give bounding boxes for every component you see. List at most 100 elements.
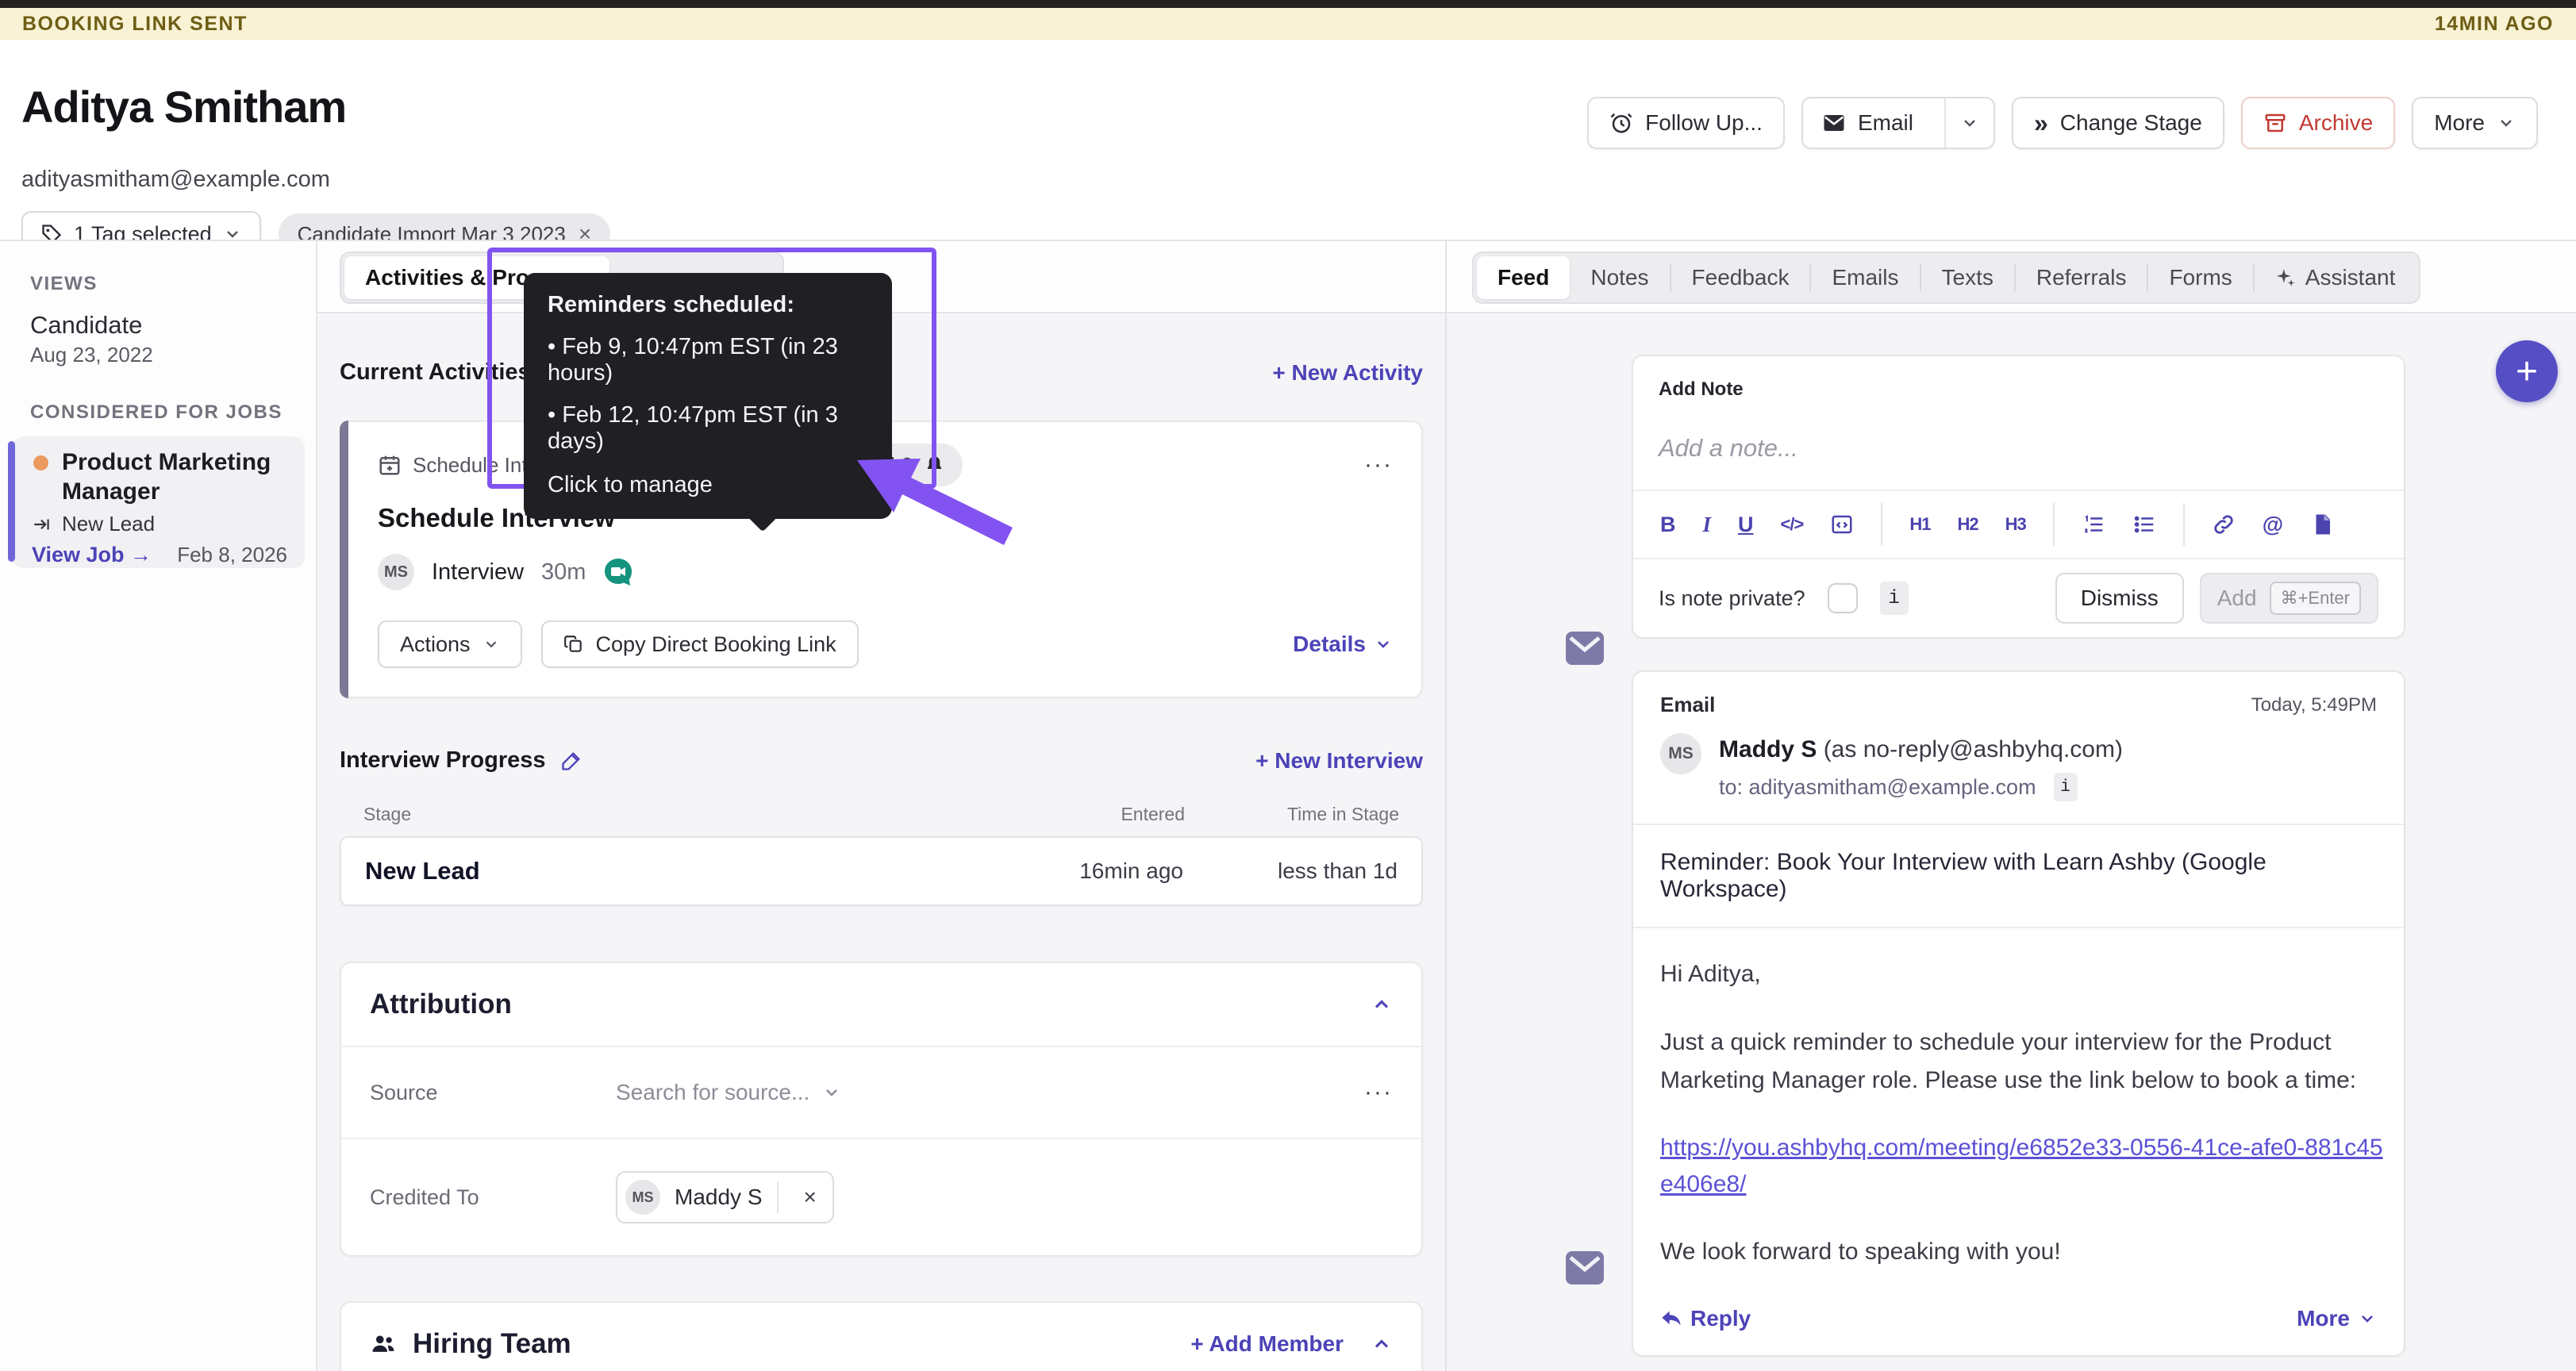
- table-row[interactable]: New Lead 16min ago less than 1d: [340, 836, 1423, 906]
- tab-assistant-label: Assistant: [2305, 265, 2396, 290]
- edit-pencil-icon[interactable]: [560, 750, 582, 772]
- more-button[interactable]: More: [2412, 97, 2538, 149]
- remove-credited-user-icon[interactable]: ×: [793, 1185, 828, 1210]
- tooltip-reminder-2: • Feb 12, 10:47pm EST (in 3 days): [548, 402, 838, 454]
- private-note-label: Is note private?: [1659, 586, 1805, 610]
- entered-value: 16min ago: [1079, 858, 1183, 883]
- private-note-checkbox[interactable]: [1827, 583, 1858, 613]
- view-job-link[interactable]: View Job →: [32, 543, 152, 567]
- column-entered: Entered: [1121, 804, 1185, 824]
- add-feed-item-button[interactable]: +: [2496, 340, 2558, 402]
- interview-progress-header: Interview Progress + New Interview: [340, 747, 1423, 774]
- chevron-up-icon[interactable]: [1371, 1333, 1393, 1355]
- tab-assistant[interactable]: Assistant: [2255, 256, 2416, 299]
- tab-notes[interactable]: Notes: [1570, 256, 1669, 299]
- add-member-button[interactable]: + Add Member: [1190, 1331, 1344, 1357]
- sidebar: VIEWS Candidate Aug 23, 2022 CONSIDERED …: [0, 241, 317, 1371]
- status-banner: BOOKING LINK SENT 14MIN AGO: [0, 8, 2576, 40]
- feed-scroll-area[interactable]: + Add Note Add a note... B I U </> H1 H2…: [1447, 315, 2576, 1371]
- envelope-icon: [1824, 115, 1844, 131]
- follow-up-button[interactable]: Follow Up...: [1587, 97, 1785, 149]
- credited-user-chip[interactable]: MS Maddy S ×: [616, 1171, 834, 1223]
- column-time-in-stage: Time in Stage: [1286, 804, 1399, 824]
- activity-overflow-menu[interactable]: ···: [1364, 451, 1393, 478]
- new-interview-button[interactable]: + New Interview: [1255, 748, 1423, 774]
- actions-label: Actions: [400, 632, 471, 656]
- job-card[interactable]: Product Marketing Manager New Lead View …: [8, 436, 305, 568]
- copy-booking-link-button[interactable]: Copy Direct Booking Link: [540, 620, 859, 668]
- job-title: Product Marketing Manager: [62, 449, 271, 505]
- change-stage-button[interactable]: » Change Stage: [2011, 97, 2224, 149]
- source-select[interactable]: Search for source...: [616, 1080, 841, 1105]
- email-button-main[interactable]: Email: [1803, 98, 1932, 148]
- tab-feedback[interactable]: Feedback: [1671, 256, 1810, 299]
- attach-file-icon[interactable]: [2310, 513, 2334, 536]
- actions-button[interactable]: Actions: [378, 620, 522, 668]
- italic-icon[interactable]: I: [1703, 513, 1712, 537]
- avatar: MS: [1660, 733, 1701, 774]
- info-icon[interactable]: i: [2053, 773, 2078, 801]
- add-note-label: Add Note: [1659, 378, 1744, 400]
- feed-panel: Feed Notes Feedback Emails Texts Referra…: [1447, 241, 2576, 1371]
- archive-label: Archive: [2298, 110, 2374, 135]
- toolbar-divider: [1881, 503, 1883, 546]
- tab-referrals[interactable]: Referrals: [2016, 256, 2147, 299]
- heading3-icon[interactable]: H3: [2005, 514, 2027, 535]
- tab-emails[interactable]: Emails: [1811, 256, 1919, 299]
- candidate-header: Aditya Smitham adityasmitham@example.com…: [0, 40, 2576, 257]
- code-block-icon[interactable]: [1830, 513, 1854, 536]
- underline-icon[interactable]: U: [1738, 513, 1754, 537]
- candidate-created-date: Aug 23, 2022: [30, 343, 153, 367]
- heading1-icon[interactable]: H1: [1909, 514, 1931, 535]
- info-icon[interactable]: i: [1879, 582, 1909, 615]
- reply-button[interactable]: Reply: [1660, 1306, 1751, 1331]
- chevron-up-icon[interactable]: [1371, 993, 1393, 1016]
- email-button: Email: [1801, 97, 1995, 149]
- toolbar-divider: [2182, 503, 2185, 546]
- activity-actions-row: Actions Copy Direct Booking Link Details: [378, 620, 1393, 668]
- ordered-list-icon[interactable]: [2082, 513, 2105, 536]
- email-more-toggle[interactable]: More: [2297, 1306, 2377, 1331]
- bullet-list-icon[interactable]: [2132, 513, 2156, 536]
- sidebar-item-candidate[interactable]: Candidate: [30, 311, 142, 340]
- add-note-button-label: Add: [2217, 586, 2257, 610]
- tab-forms[interactable]: Forms: [2148, 256, 2252, 299]
- archive-button[interactable]: Archive: [2240, 97, 2396, 149]
- job-card-footer: View Job → Feb 8, 2026: [32, 543, 287, 567]
- mention-icon[interactable]: @: [2263, 513, 2283, 537]
- email-greeting: Hi Aditya,: [1660, 961, 1761, 987]
- job-status-dot: [33, 455, 48, 470]
- bold-icon[interactable]: B: [1660, 513, 1676, 537]
- inline-code-icon[interactable]: </>: [1781, 514, 1805, 535]
- attribution-header: Attribution: [341, 963, 1421, 1047]
- tooltip-reminder-1: • Feb 9, 10:47pm EST (in 23 hours): [548, 334, 838, 386]
- chevron-down-icon: [2501, 120, 2512, 127]
- add-note-button[interactable]: Add ⌘+Enter: [2199, 573, 2378, 624]
- email-dropdown-toggle[interactable]: [1944, 98, 1994, 148]
- email-body: Hi Aditya, Just a quick reminder to sche…: [1633, 927, 2404, 1287]
- link-icon[interactable]: [2212, 513, 2236, 536]
- interview-progress-columns: Stage Entered Time in Stage: [340, 804, 1423, 825]
- booking-link[interactable]: https://you.ashbyhq.com/meeting/e6852e33…: [1660, 1130, 2390, 1203]
- heading2-icon[interactable]: H2: [1957, 514, 1978, 535]
- email-sender-row: MS Maddy S (as no-reply@ashbyhq.com) to:…: [1633, 717, 2404, 824]
- reply-label: Reply: [1690, 1306, 1751, 1331]
- dismiss-button[interactable]: Dismiss: [2055, 573, 2184, 624]
- candidate-profile-page: BOOKING LINK SENT 14MIN AGO Aditya Smith…: [0, 0, 2576, 1371]
- banner-label: BOOKING LINK SENT: [22, 12, 248, 35]
- new-activity-button[interactable]: + New Activity: [1272, 360, 1423, 386]
- feed-item-type: Email: [1660, 693, 1716, 716]
- double-chevron-icon: »: [2033, 108, 2048, 137]
- tab-feed[interactable]: Feed: [1477, 256, 1571, 299]
- alarm-clock-icon: [1610, 113, 1632, 133]
- hiring-team-card: Hiring Team + Add Member Hiring Manager …: [340, 1301, 1423, 1371]
- source-overflow-menu[interactable]: ···: [1364, 1079, 1393, 1106]
- note-input[interactable]: Add a note...: [1659, 434, 2378, 463]
- header-actions: Follow Up... Email » Change Stage Archiv…: [1587, 97, 2538, 149]
- feed-tabstrip: Feed Notes Feedback Emails Texts Referra…: [1447, 241, 2576, 313]
- interview-progress-title: Interview Progress: [340, 747, 546, 773]
- feed-tab-group: Feed Notes Feedback Emails Texts Referra…: [1472, 252, 2421, 304]
- details-toggle[interactable]: Details: [1293, 632, 1393, 657]
- tab-texts[interactable]: Texts: [1921, 256, 2014, 299]
- source-placeholder: Search for source...: [616, 1080, 810, 1104]
